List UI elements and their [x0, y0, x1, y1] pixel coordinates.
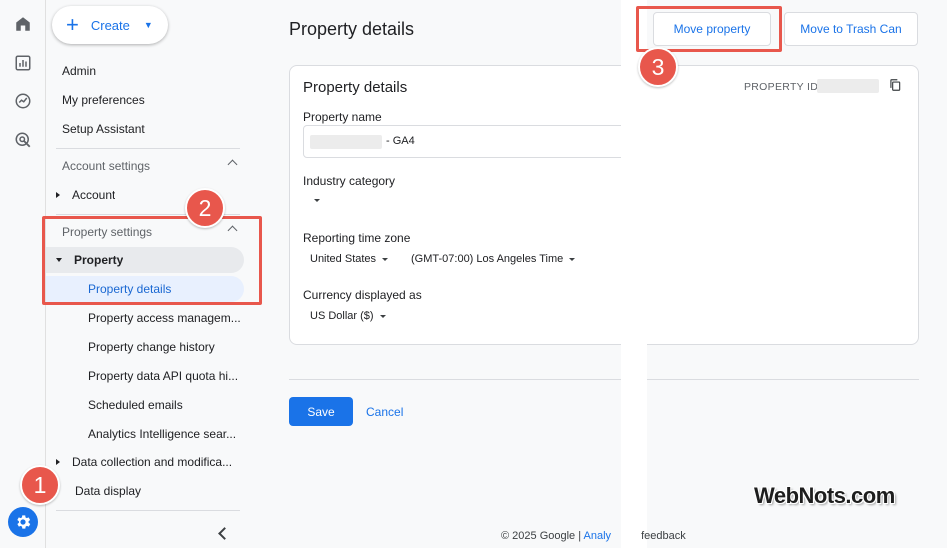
admin-gear-button[interactable]	[8, 507, 38, 537]
section-account-settings[interactable]: Account settings	[46, 153, 244, 179]
dropdown-arrow-icon	[379, 314, 386, 318]
chevron-up-icon	[227, 159, 238, 170]
save-button[interactable]: Save	[289, 397, 353, 426]
currency-select[interactable]: US Dollar ($)	[310, 310, 386, 322]
card-title: Property details	[303, 79, 408, 96]
nav-item-setup-assistant[interactable]: Setup Assistant	[46, 116, 244, 142]
page-title: Property details	[289, 19, 415, 39]
footer-analytics-link[interactable]: Analy	[584, 530, 612, 542]
expand-arrow-icon	[56, 459, 60, 465]
footer-feedback-link[interactable]: feedback	[641, 530, 686, 542]
nav-item-my-preferences[interactable]: My preferences	[46, 87, 244, 113]
property-id-label: PROPERTY ID:	[744, 81, 822, 93]
gear-icon	[17, 515, 31, 529]
property-name-label: Property name	[303, 110, 382, 124]
form-divider	[289, 379, 919, 380]
industry-category-label: Industry category	[303, 174, 396, 188]
nav-item-admin[interactable]: Admin	[46, 58, 244, 84]
webnots-watermark: WebNots.com	[754, 483, 895, 508]
nav-item-analytics-intelligence[interactable]: Analytics Intelligence sear...	[46, 421, 244, 447]
currency-label: Currency displayed as	[303, 288, 422, 302]
step-badge-2: 2	[185, 188, 225, 228]
highlight-box-property-settings	[42, 216, 262, 305]
dropdown-arrow-icon	[569, 257, 576, 261]
nav-item-data-collection[interactable]: Data collection and modifica...	[46, 449, 244, 475]
footer-copyright: © 2025 Google |	[501, 530, 582, 542]
footer: © 2025 Google | Analy feedback	[501, 530, 686, 542]
nav-item-scheduled-emails[interactable]: Scheduled emails	[46, 392, 244, 418]
highlight-box-move-property	[636, 6, 782, 52]
redacted-property-id	[817, 79, 879, 93]
country-value: United States	[310, 253, 377, 265]
currency-value: US Dollar ($)	[310, 310, 374, 322]
cancel-button[interactable]: Cancel	[366, 397, 403, 426]
redacted-property-name	[310, 135, 382, 149]
dropdown-arrow-icon	[314, 199, 320, 202]
nav-item-property-change-history[interactable]: Property change history	[46, 334, 244, 360]
nav-item-data-display[interactable]: Data display	[46, 478, 244, 504]
nav-item-property-access[interactable]: Property access managem...	[46, 305, 244, 331]
nav-divider	[56, 510, 240, 511]
property-name-suffix: - GA4	[386, 135, 415, 147]
move-to-trash-button[interactable]: Move to Trash Can	[784, 12, 918, 46]
step-badge-1: 1	[20, 465, 60, 505]
nav-item-property-data-api[interactable]: Property data API quota hi...	[46, 363, 244, 389]
country-select[interactable]: United States	[310, 253, 389, 265]
explore-icon[interactable]	[14, 92, 32, 110]
create-button[interactable]: + Create ▼	[52, 6, 168, 44]
torn-edge-strip	[621, 0, 647, 548]
collapse-nav-button[interactable]	[216, 523, 230, 543]
home-icon[interactable]	[14, 15, 32, 33]
expand-arrow-icon	[56, 192, 60, 198]
timezone-value: (GMT-07:00) Los Angeles Time	[411, 253, 564, 265]
nav-divider	[56, 148, 240, 149]
timezone-select[interactable]: (GMT-07:00) Los Angeles Time	[411, 253, 576, 265]
dropdown-arrow-icon	[382, 257, 389, 261]
create-label: Create	[90, 17, 130, 33]
industry-category-select[interactable]	[310, 199, 320, 202]
copy-icon[interactable]	[888, 78, 902, 92]
advertising-icon[interactable]	[14, 131, 32, 149]
plus-icon: +	[66, 12, 79, 37]
property-name-input[interactable]: - GA4	[303, 125, 633, 158]
property-details-card: Property details PROPERTY ID: Property n…	[289, 65, 919, 345]
reports-icon[interactable]	[14, 54, 32, 72]
step-badge-3: 3	[638, 47, 678, 87]
reporting-timezone-label: Reporting time zone	[303, 231, 411, 245]
caret-down-icon: ▼	[143, 20, 153, 30]
